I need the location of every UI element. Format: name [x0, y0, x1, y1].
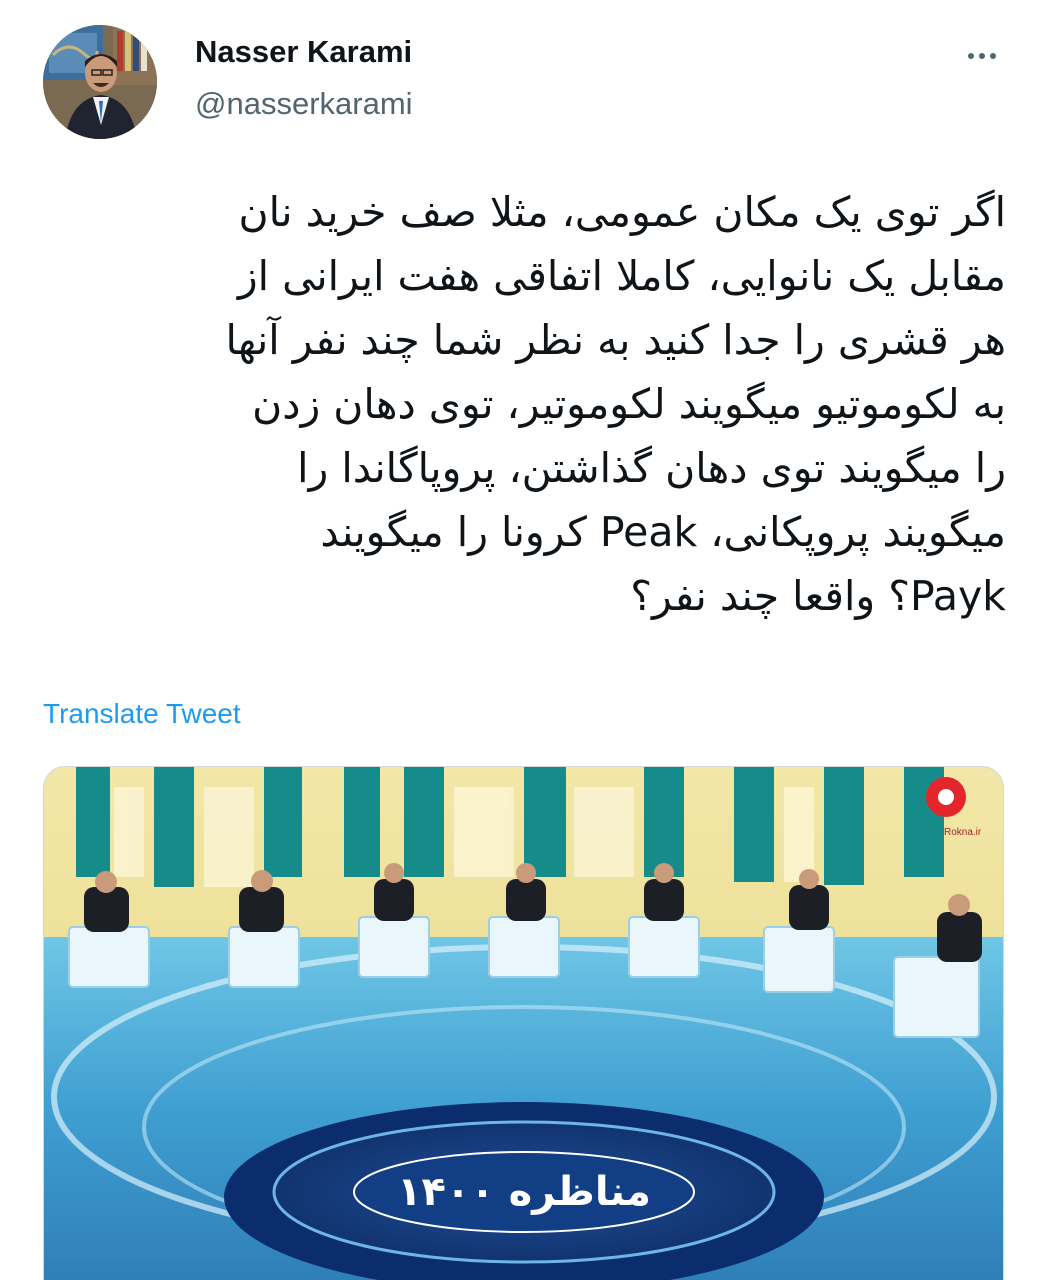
more-dot	[990, 53, 996, 59]
watermark-text: Rokna.ir	[944, 827, 982, 838]
tweet-line: را میگویند توی دهان گذاشتن، پروپاگاندا ر…	[297, 444, 1006, 492]
tweet-header: Nasser Karami @nasserkarami	[0, 0, 1046, 160]
tweet-line: اگر توی یک مکان عمومی، مثلا صف خرید نان	[238, 188, 1006, 236]
stage-logo-text: مناظره ۱۴۰۰	[397, 1169, 651, 1215]
more-icon[interactable]	[958, 40, 1006, 72]
tweet-text: اگر توی یک مکان عمومی، مثلا صف خرید نان …	[40, 180, 1006, 628]
more-dot	[968, 53, 974, 59]
tweet-line: مقابل یک نانوایی، کاملا اتفاقی هفت ایران…	[237, 252, 1006, 300]
debate-photo-icon: مناظره ۱۴۰۰ Rokna.ir	[44, 767, 1003, 1280]
display-name[interactable]: Nasser Karami	[195, 34, 412, 70]
more-dot	[979, 53, 985, 59]
tweet-line: Payk؟ واقعا چند نفر؟	[630, 572, 1006, 620]
translate-tweet-link[interactable]: Translate Tweet	[43, 698, 241, 730]
tweet-media[interactable]: مناظره ۱۴۰۰ Rokna.ir	[43, 766, 1004, 1280]
tweet-line: به لکوموتیو میگویند لکوموتیر، توی دهان ز…	[252, 380, 1006, 428]
tweet-line: میگویند پروپکانی، Peak کرونا را میگویند	[320, 508, 1006, 556]
profile-photo-icon	[43, 25, 157, 139]
avatar[interactable]	[43, 25, 157, 139]
tweet-line: هر قشری را جدا کنید به نظر شما چند نفر آ…	[225, 316, 1006, 364]
user-handle[interactable]: @nasserkarami	[195, 86, 413, 122]
